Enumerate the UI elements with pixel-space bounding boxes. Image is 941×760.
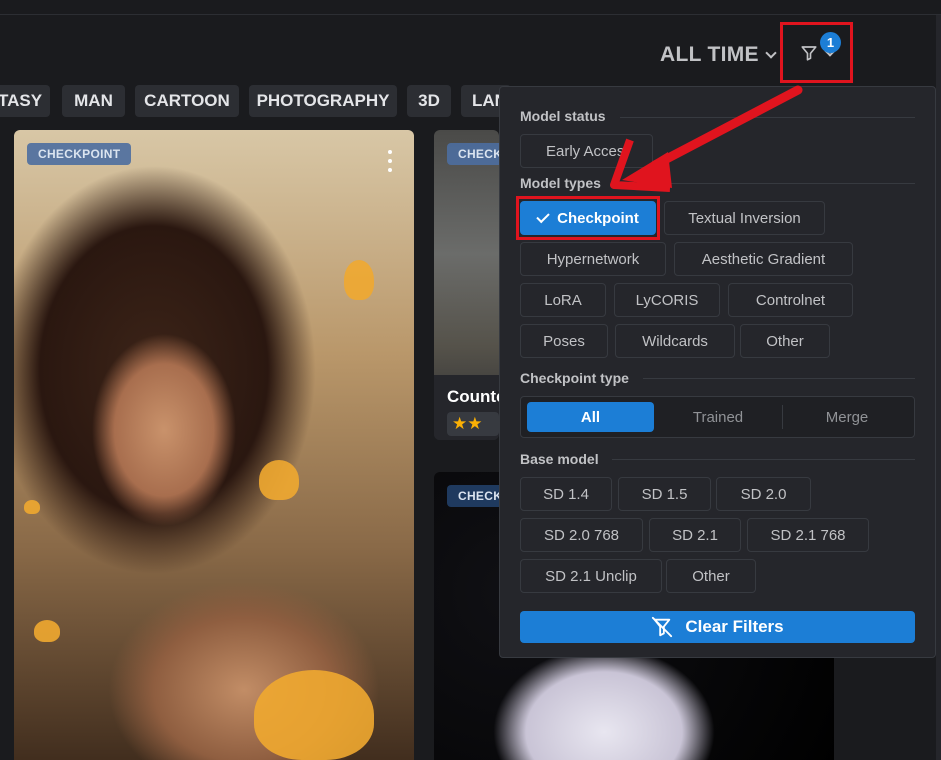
model-type-aesthetic-gradient[interactable]: Aesthetic Gradient [674, 242, 853, 276]
butterfly-decoration [24, 500, 40, 514]
model-type-other[interactable]: Other [740, 324, 830, 358]
tag-fantasy[interactable]: TASY [0, 85, 50, 117]
model-type-hypernetwork[interactable]: Hypernetwork [520, 242, 666, 276]
model-type-lora[interactable]: LoRA [520, 283, 606, 317]
divider [612, 459, 915, 460]
check-icon [536, 209, 550, 223]
tag-man[interactable]: MAN [62, 85, 125, 117]
clear-filters-label: Clear Filters [685, 617, 784, 636]
base-model-sd21[interactable]: SD 2.1 [649, 518, 741, 552]
annotation-arrow [610, 85, 803, 192]
checkpoint-type-trained[interactable]: Trained [654, 402, 782, 432]
tag-cartoon[interactable]: CARTOON [135, 85, 239, 117]
filter-count-badge: 1 [820, 32, 841, 53]
model-card[interactable]: CHECK Counte ★★ [434, 130, 499, 440]
butterfly-decoration [254, 670, 374, 760]
checkpoint-type-all[interactable]: All [527, 402, 654, 432]
more-options-icon[interactable] [388, 150, 394, 172]
model-type-controlnet[interactable]: Controlnet [728, 283, 853, 317]
sort-period-label: ALL TIME [660, 43, 759, 66]
rating-stars: ★★ [447, 412, 499, 436]
butterfly-decoration [259, 460, 299, 500]
base-model-sd20-768[interactable]: SD 2.0 768 [520, 518, 643, 552]
model-status-heading: Model status [520, 108, 606, 124]
butterfly-decoration [34, 620, 60, 642]
model-type-badge: CHECK [447, 143, 499, 165]
filter-off-icon [652, 616, 673, 638]
base-model-heading: Base model [520, 451, 599, 467]
tag-photography[interactable]: PHOTOGRAPHY [249, 85, 397, 117]
scrollbar[interactable] [936, 15, 941, 760]
base-model-other[interactable]: Other [666, 559, 756, 593]
chip-label: Checkpoint [557, 209, 639, 227]
checkpoint-type-merge[interactable]: Merge [783, 402, 911, 432]
base-model-sd15[interactable]: SD 1.5 [618, 477, 711, 511]
butterfly-decoration [344, 260, 374, 300]
tag-3d[interactable]: 3D [407, 85, 451, 117]
model-type-poses[interactable]: Poses [520, 324, 608, 358]
card-footer: Counte ★★ [434, 375, 499, 440]
top-bar [0, 0, 941, 15]
model-card[interactable]: CHECKPOINT [14, 130, 414, 760]
card-title: Counte [447, 387, 499, 406]
filter-button[interactable]: 1 [780, 22, 853, 83]
base-model-sd14[interactable]: SD 1.4 [520, 477, 612, 511]
model-type-badge: CHECKPOINT [27, 143, 132, 165]
divider [643, 378, 915, 379]
base-model-sd20[interactable]: SD 2.0 [716, 477, 811, 511]
model-type-textual-inversion[interactable]: Textual Inversion [664, 201, 825, 235]
sort-period-dropdown[interactable]: ALL TIME [660, 41, 777, 69]
base-model-sd21-unclip[interactable]: SD 2.1 Unclip [520, 559, 662, 593]
filter-icon [800, 45, 817, 61]
model-type-lycoris[interactable]: LyCORIS [614, 283, 720, 317]
model-type-wildcards[interactable]: Wildcards [615, 324, 735, 358]
base-model-sd21-768[interactable]: SD 2.1 768 [747, 518, 869, 552]
checkpoint-type-segmented-control: All Trained Merge [520, 396, 915, 438]
model-type-checkpoint[interactable]: Checkpoint [520, 201, 656, 235]
clear-filters-button[interactable]: Clear Filters [520, 611, 915, 643]
chevron-down-icon [765, 47, 777, 59]
model-types-heading: Model types [520, 175, 601, 191]
checkpoint-type-heading: Checkpoint type [520, 370, 629, 386]
